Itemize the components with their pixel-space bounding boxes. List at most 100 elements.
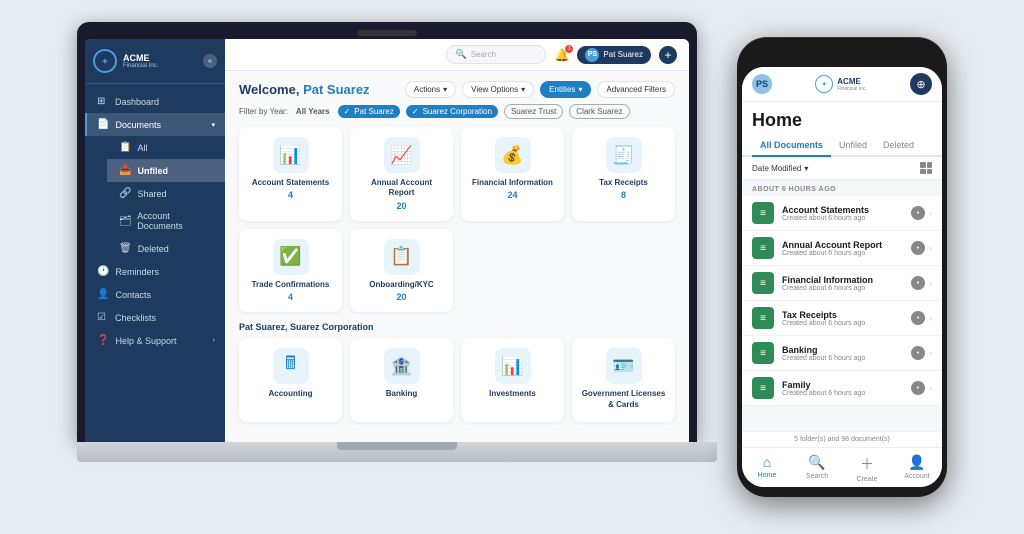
user-chip[interactable]: PS Pat Suarez [577, 46, 651, 64]
add-button[interactable]: + [659, 46, 677, 64]
sidebar-item-dashboard-label: Dashboard [115, 97, 159, 107]
options-dot[interactable]: • [911, 241, 925, 255]
doc-card-trade-confirmations[interactable]: ✅ Trade Confirmations 4 [239, 229, 342, 312]
phone-nav-home[interactable]: ⌂ Home [742, 452, 792, 485]
grid-cell [920, 169, 926, 175]
phone-list-item-family[interactable]: ≡ Family Created about 6 hours ago • › [742, 371, 942, 406]
filter-suarez-trust[interactable]: Suarez Trust [504, 104, 563, 119]
filter-clark-suarez[interactable]: Clark Suarez [569, 104, 629, 119]
options-dot[interactable]: • [911, 276, 925, 290]
phone-list-item-tax-receipts[interactable]: ≡ Tax Receipts Created about 6 hours ago… [742, 301, 942, 336]
options-dot[interactable]: • [911, 311, 925, 325]
phone-outer: PS ✦ ACME Financial Inc. ⊕ Home All Docu… [737, 37, 947, 497]
sidebar-item-documents-label: Documents [115, 120, 161, 130]
grid-view-icon[interactable] [920, 162, 932, 174]
sidebar-item-all[interactable]: 📋 All [107, 136, 225, 159]
list-chevron-icon: › [929, 208, 932, 218]
phone-nav-create-label: Create [856, 476, 877, 483]
tab-unfiled[interactable]: Unfiled [831, 135, 875, 157]
doc-name-financial-info: Financial Information [472, 178, 553, 188]
doc-card-banking[interactable]: 🏦 Banking [350, 338, 453, 422]
phone-logo-text-block: ACME Financial Inc. [837, 77, 866, 92]
tab-deleted[interactable]: Deleted [875, 135, 922, 157]
view-options-button[interactable]: View Options ▾ [462, 81, 534, 98]
phone-date-filter[interactable]: Date Modified ▾ [752, 164, 808, 173]
phone-list-item-financial-info[interactable]: ≡ Financial Information Created about 6 … [742, 266, 942, 301]
search-placeholder: Search [471, 50, 496, 59]
doc-card-financial-info[interactable]: 💰 Financial Information 24 [461, 127, 564, 221]
doc-name-banking: Banking [386, 389, 418, 399]
phone-logo-sub: Financial Inc. [837, 86, 866, 92]
phone-list-text-account-statements: Account Statements Created about 6 hours… [782, 205, 903, 222]
doc-card-tax-receipts[interactable]: 🧾 Tax Receipts 8 [572, 127, 675, 221]
filter-suarez-corp[interactable]: ✓ Suarez Corporation [406, 105, 498, 118]
sidebar-item-unfiled[interactable]: 📥 Unfiled [107, 159, 225, 182]
user-avatar: PS [585, 48, 599, 62]
sidebar-item-help[interactable]: ❓ Help & Support › [85, 329, 225, 352]
sidebar-item-all-label: All [137, 143, 147, 153]
doc-card-gov-licenses[interactable]: 🪪 Government Licenses & Cards [572, 338, 675, 422]
phone-nav-create[interactable]: ＋ Create [842, 452, 892, 485]
sidebar-item-contacts-label: Contacts [115, 290, 151, 300]
phone-list-icon-account-statements: ≡ [752, 202, 774, 224]
filter-clark-suarez-label: Clark Suarez [576, 107, 622, 116]
doc-name-annual-report: Annual Account Report [358, 178, 445, 199]
phone-list-text-tax-receipts: Tax Receipts Created about 6 hours ago [782, 310, 903, 327]
phone-list-name-annual-report: Annual Account Report [782, 240, 903, 250]
phone-bottom-nav: ⌂ Home 🔍 Search ＋ Create 👤 Account [742, 447, 942, 487]
phone-list-text-banking: Banking Created about 6 hours ago [782, 345, 903, 362]
home-nav-icon: ⌂ [763, 454, 771, 470]
grid-cell [927, 169, 933, 175]
sidebar-collapse-btn[interactable]: « [203, 54, 217, 68]
sidebar-item-account-docs[interactable]: 🗂 Account Documents [107, 205, 225, 237]
phone-list-actions: • › [911, 206, 932, 220]
entities-button[interactable]: Entities ▾ [540, 81, 591, 98]
filter-year-value[interactable]: All Years [296, 107, 330, 116]
entities-chevron: ▾ [578, 85, 582, 94]
phone-list-name-banking: Banking [782, 345, 903, 355]
sidebar-item-deleted[interactable]: 🗑 Deleted [107, 237, 225, 260]
doc-card-account-statements[interactable]: 📊 Account Statements 4 [239, 127, 342, 221]
sidebar-item-dashboard[interactable]: ⊞ Dashboard [85, 90, 225, 113]
phone-list-item-annual-report[interactable]: ≡ Annual Account Report Created about 6 … [742, 231, 942, 266]
phone-nav-search[interactable]: 🔍 Search [792, 452, 842, 485]
options-dot[interactable]: • [911, 206, 925, 220]
sidebar-item-reminders[interactable]: 🕐 Reminders [85, 260, 225, 283]
doc-card-annual-report[interactable]: 📈 Annual Account Report 20 [350, 127, 453, 221]
tab-all-documents[interactable]: All Documents [752, 135, 831, 157]
list-chevron-icon: › [929, 243, 932, 253]
notification-icon[interactable]: 🔔 1 [554, 48, 569, 62]
doc-card-accounting[interactable]: 🖩 Accounting [239, 338, 342, 422]
phone-list-item-banking[interactable]: ≡ Banking Created about 6 hours ago • › [742, 336, 942, 371]
account-docs-icon: 🗂 [119, 216, 131, 227]
filter-pat-suarez-label: Pat Suarez [354, 107, 394, 116]
filter-pat-suarez[interactable]: ✓ Pat Suarez [338, 105, 400, 118]
phone-nav-search-label: Search [806, 473, 828, 480]
phone-nav-account[interactable]: 👤 Account [892, 452, 942, 485]
phone-list-actions: • › [911, 276, 932, 290]
filter-suarez-trust-label: Suarez Trust [511, 107, 556, 116]
laptop-device: ✦ ACME Financial Inc. « ⊞ Dashboard [77, 22, 717, 512]
search-box[interactable]: 🔍 Search [446, 45, 546, 64]
advanced-filters-button[interactable]: Advanced Filters [597, 81, 675, 98]
sidebar-item-documents[interactable]: 📄 Documents ▾ [85, 113, 225, 136]
phone-more-button[interactable]: ⊕ [910, 73, 932, 95]
doc-icon-annual-report: 📈 [384, 137, 420, 173]
options-dot[interactable]: • [911, 381, 925, 395]
options-dot[interactable]: • [911, 346, 925, 360]
doc-card-onboarding[interactable]: 📋 Onboarding/KYC 20 [350, 229, 453, 312]
reminders-icon: 🕐 [97, 266, 109, 277]
doc-icon-banking: 🏦 [384, 348, 420, 384]
doc-count-tax-receipts: 8 [621, 190, 626, 200]
sidebar-item-checklists[interactable]: ☑ Checklists [85, 306, 225, 329]
doc-card-investments[interactable]: 📊 Investments [461, 338, 564, 422]
phone-list-actions: • › [911, 241, 932, 255]
phone-section-label: ABOUT 6 HOURS AGO [742, 180, 942, 196]
phone-list-item-account-statements[interactable]: ≡ Account Statements Created about 6 hou… [742, 196, 942, 231]
sidebar-item-shared[interactable]: 🔗 Shared [107, 182, 225, 205]
actions-button[interactable]: Actions ▾ [405, 81, 456, 98]
sidebar-item-contacts[interactable]: 👤 Contacts [85, 283, 225, 306]
doc-icon-tax-receipts: 🧾 [606, 137, 642, 173]
section2-title: Pat Suarez, Suarez Corporation [239, 322, 675, 332]
phone-logo-icon: ✦ [815, 75, 833, 93]
